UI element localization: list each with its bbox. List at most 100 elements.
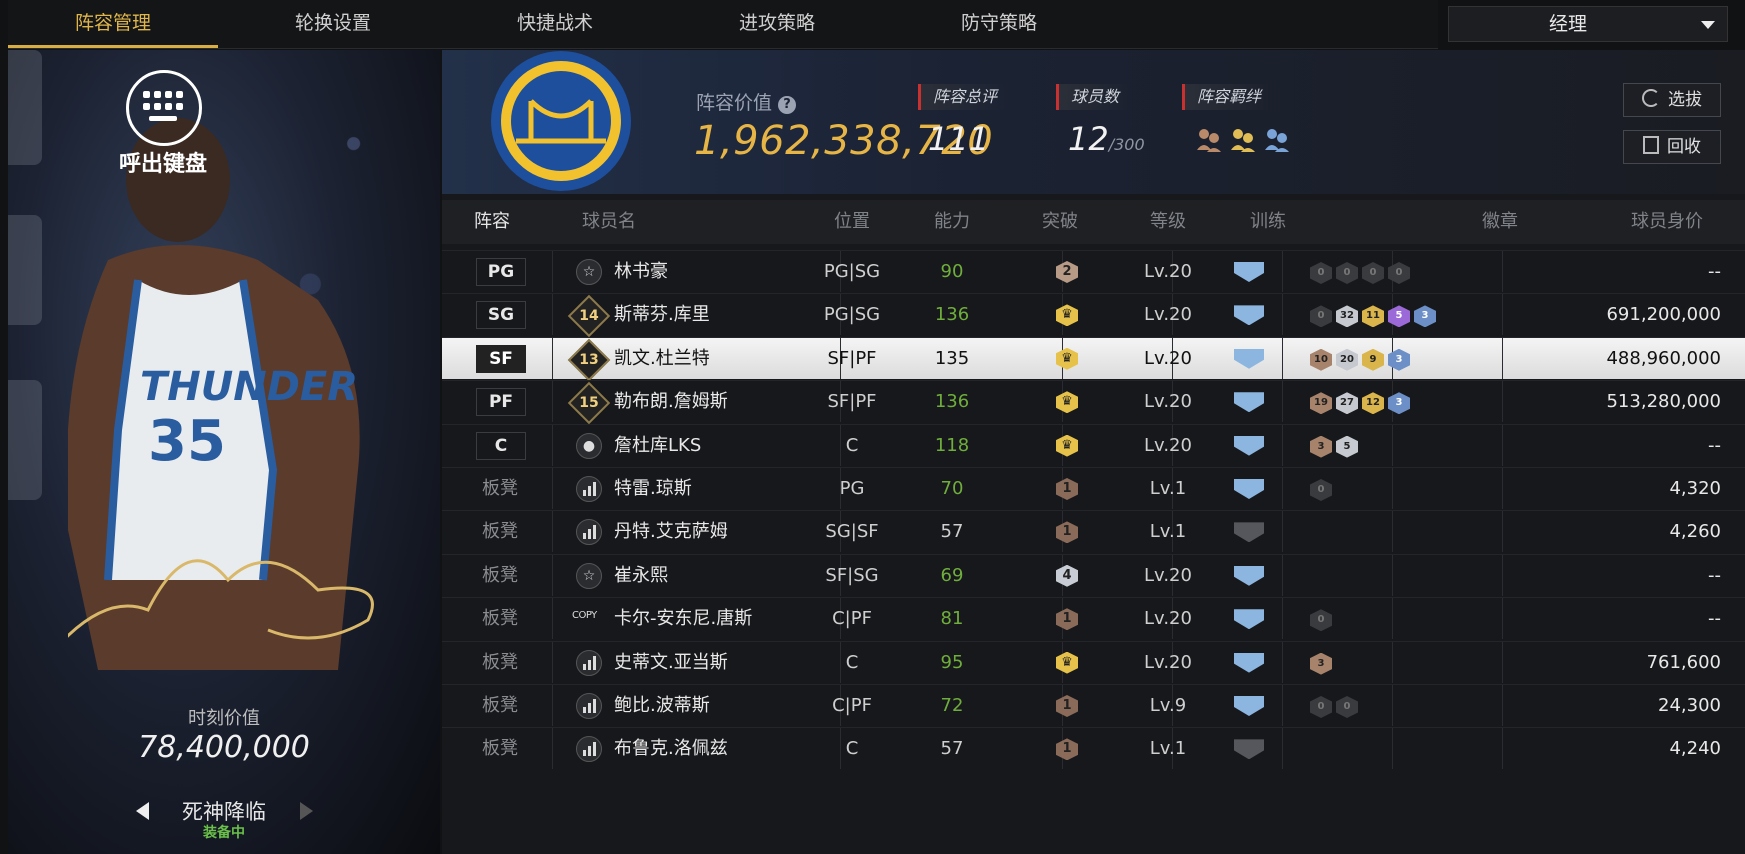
slot-bench[interactable]: 板凳 [472, 598, 528, 639]
training-shield-icon[interactable] [1234, 435, 1264, 456]
badge-icon[interactable]: 0 [1310, 262, 1332, 284]
training-shield-icon[interactable] [1234, 652, 1264, 673]
badge-icon[interactable]: 3 [1310, 435, 1332, 458]
badge-icon[interactable]: 0 [1336, 696, 1358, 718]
badge-icon[interactable]: 0 [1310, 479, 1332, 501]
table-row[interactable]: 板凳 COPY 卡尔-安东尼.唐斯 C|PF 81 1 Lv.20 0 -- [442, 597, 1745, 640]
badge-icon[interactable]: 10 [1310, 348, 1332, 371]
side-tool-panel[interactable] [8, 215, 42, 325]
tab-quick-tactics[interactable]: 快捷战术 [450, 0, 660, 46]
slot-position[interactable]: PG [476, 258, 526, 286]
col-value[interactable]: 球员身价 [1612, 200, 1722, 244]
slot-position[interactable]: PF [476, 388, 526, 417]
badge-icon[interactable]: 0 [1388, 262, 1410, 284]
badge-icon[interactable]: 0 [1310, 609, 1332, 632]
tab-rotation-settings[interactable]: 轮换设置 [228, 0, 438, 46]
player-name[interactable]: 凯文.杜兰特 [614, 338, 710, 379]
table-row[interactable]: 板凳 布鲁克.洛佩兹 C 57 1 Lv.1 4,240 [442, 727, 1745, 770]
table-row[interactable]: 板凳 丹特.艾克萨姆 SG|SF 57 1 Lv.1 4,260 [442, 510, 1745, 553]
player-name[interactable]: 卡尔-安东尼.唐斯 [614, 598, 752, 639]
player-name[interactable]: 布鲁克.洛佩兹 [614, 728, 728, 769]
training-shield-icon[interactable] [1234, 479, 1264, 499]
col-name[interactable]: 球员名 [574, 200, 644, 244]
bond-gold-icon[interactable] [1228, 124, 1258, 154]
col-position[interactable]: 位置 [812, 200, 892, 244]
col-ability[interactable]: 能力 [912, 200, 992, 244]
col-training[interactable]: 训练 [1238, 200, 1298, 244]
player-name[interactable]: 詹杜库LKS [614, 425, 701, 466]
training-shield-icon[interactable] [1234, 522, 1264, 543]
training-shield-icon[interactable] [1234, 262, 1264, 282]
keyboard-label[interactable]: 呼出键盘 [108, 146, 218, 178]
col-lineup[interactable]: 阵容 [462, 200, 522, 244]
slot-bench[interactable]: 板凳 [472, 685, 528, 726]
slot-bench[interactable]: 板凳 [472, 511, 528, 552]
tab-offense-strategy[interactable]: 进攻策略 [672, 0, 882, 46]
player-name[interactable]: 史蒂文.亚当斯 [614, 642, 728, 683]
bond-blue-icon[interactable] [1262, 124, 1292, 154]
training-shield-icon[interactable] [1234, 565, 1264, 586]
slot-position[interactable]: SF [476, 344, 526, 373]
help-icon[interactable]: ? [778, 96, 797, 114]
recycle-button[interactable]: 回收 [1623, 130, 1721, 164]
table-row[interactable]: 板凳 史蒂文.亚当斯 C 95 ♛ Lv.20 3 761,600 [442, 640, 1745, 683]
bond-bronze-icon[interactable] [1194, 124, 1224, 154]
table-row[interactable]: PF 15 勒布朗.詹姆斯 SF|PF 136 ♛ Lv.20 19 27 12 3 513,280,… [442, 380, 1745, 425]
badge-icon[interactable]: 3 [1310, 652, 1332, 675]
training-shield-icon[interactable] [1234, 609, 1264, 630]
training-shield-icon[interactable] [1234, 739, 1264, 760]
table-row[interactable]: SG 14 斯蒂芬.库里 PG|SG 136 ♛ Lv.20 0 32 11 5 3 691,200,0… [442, 293, 1745, 338]
slot-position[interactable]: C [476, 431, 526, 460]
col-level[interactable]: 等级 [1128, 200, 1208, 244]
side-tool-nav[interactable] [8, 380, 42, 500]
table-row[interactable]: C ● 詹杜库LKS C 118 ♛ Lv.20 3 5 -- [442, 423, 1745, 466]
table-row[interactable]: 板凳 特雷.琼斯 PG 70 1 Lv.1 0 4,320 [442, 467, 1745, 509]
tab-defense-strategy[interactable]: 防守策略 [894, 0, 1104, 46]
player-name[interactable]: 斯蒂芬.库里 [614, 294, 710, 335]
table-row[interactable]: PG ☆ 林书豪 PG|SG 90 2 Lv.20 0 0 0 0 -- [442, 250, 1745, 292]
badge-icon[interactable]: 20 [1336, 348, 1358, 371]
badge-icon[interactable]: 0 [1310, 305, 1332, 328]
badge-icon[interactable]: 0 [1336, 262, 1358, 284]
badge-icon[interactable]: 11 [1362, 305, 1384, 328]
player-name[interactable]: 鲍比.波蒂斯 [614, 685, 710, 726]
training-shield-icon[interactable] [1234, 392, 1264, 413]
badge-icon[interactable]: 5 [1336, 435, 1358, 458]
tab-lineup-management[interactable]: 阵容管理 [8, 0, 218, 48]
badge-icon[interactable]: 3 [1388, 348, 1410, 371]
table-row[interactable]: 板凳 鲍比.波蒂斯 C|PF 72 1 Lv.9 0 0 24,300 [442, 684, 1745, 726]
player-name[interactable]: 林书豪 [614, 251, 668, 292]
slot-bench[interactable]: 板凳 [472, 468, 528, 509]
training-shield-icon[interactable] [1234, 305, 1264, 326]
slot-bench[interactable]: 板凳 [472, 555, 528, 596]
badge-icon[interactable]: 27 [1336, 392, 1358, 415]
badge-icon[interactable]: 32 [1336, 305, 1358, 328]
manager-dropdown[interactable]: 经理 [1448, 6, 1728, 42]
badge-icon[interactable]: 3 [1388, 392, 1410, 415]
slot-bench[interactable]: 板凳 [472, 642, 528, 683]
badge-icon[interactable]: 5 [1388, 305, 1410, 328]
slot-bench[interactable]: 板凳 [472, 728, 528, 769]
player-name[interactable]: 勒布朗.詹姆斯 [614, 381, 728, 422]
slot-position[interactable]: SG [476, 301, 526, 330]
player-level: Lv.20 [1144, 304, 1192, 326]
badge-icon[interactable]: 0 [1362, 262, 1384, 284]
badge-icon[interactable]: 9 [1362, 348, 1384, 371]
select-button[interactable]: 选拔 [1623, 83, 1721, 117]
side-tool-search[interactable] [8, 50, 42, 165]
training-shield-icon[interactable] [1234, 348, 1264, 369]
col-breakthrough[interactable]: 突破 [1020, 200, 1100, 244]
badge-icon[interactable]: 3 [1414, 305, 1436, 328]
badge-icon[interactable]: 19 [1310, 392, 1332, 415]
training-shield-icon[interactable] [1234, 696, 1264, 716]
player-name[interactable]: 崔永熙 [614, 555, 668, 596]
next-skill-icon[interactable] [300, 802, 313, 820]
player-name[interactable]: 丹特.艾克萨姆 [614, 511, 728, 552]
table-row[interactable]: 板凳 ☆ 崔永熙 SF|SG 69 4 Lv.20 -- [442, 553, 1745, 596]
table-row[interactable]: SF 13 凯文.杜兰特 SF|PF 135 ♛ Lv.20 10 20 9 3 488,960,00… [442, 336, 1745, 382]
badge-icon[interactable]: 12 [1362, 392, 1384, 415]
col-badges[interactable]: 徽章 [1460, 200, 1540, 244]
badge-icon[interactable]: 0 [1310, 696, 1332, 718]
keyboard-icon[interactable] [126, 70, 202, 146]
player-name[interactable]: 特雷.琼斯 [614, 468, 692, 509]
